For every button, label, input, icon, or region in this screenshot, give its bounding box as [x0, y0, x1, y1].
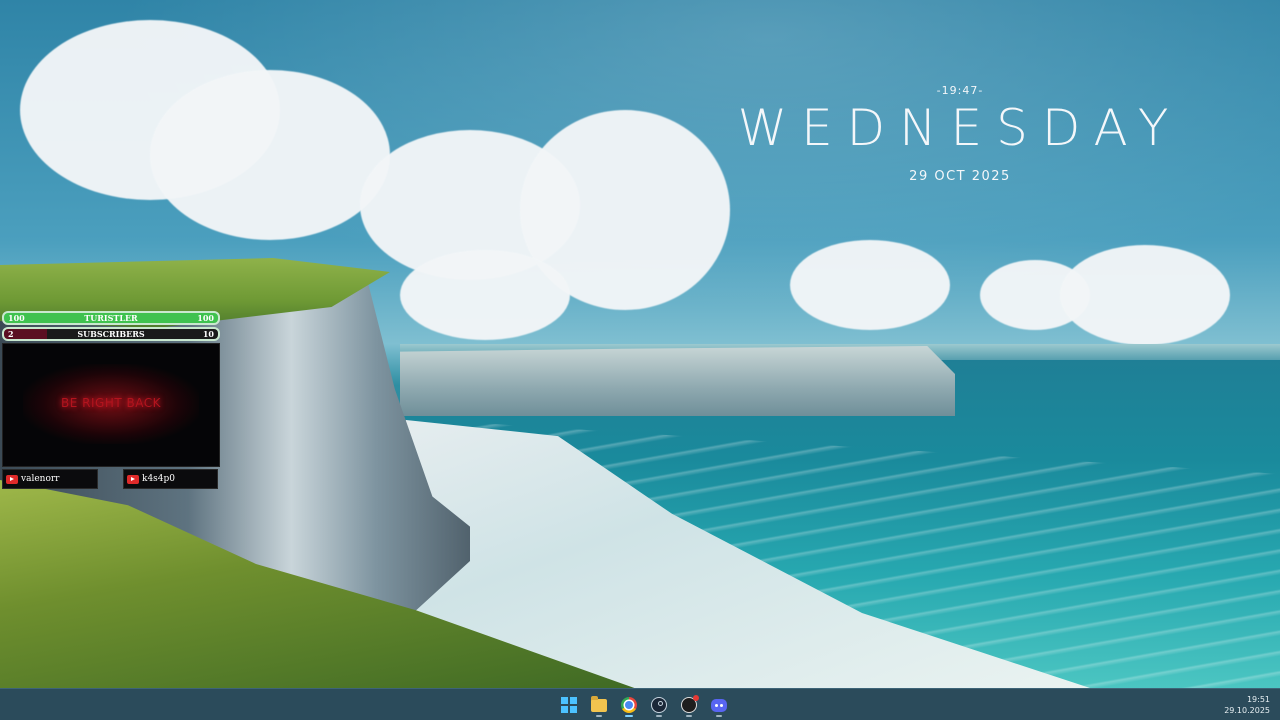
running-indicator: [596, 715, 602, 717]
overlay-user: k4s4p0: [123, 469, 218, 489]
overlay-user: valenorr: [2, 469, 98, 489]
cloud: [400, 250, 570, 340]
cloud: [150, 70, 390, 240]
stream-overlay: 100 TURISTLER 100 2 SUBSCRIBERS 10 BE RI…: [2, 311, 220, 491]
folder-icon: [591, 695, 607, 712]
distant-cliffs: [400, 346, 955, 416]
taskbar: 19:51 29.10.2025: [0, 688, 1280, 720]
running-indicator: [716, 715, 722, 717]
windows-start-icon: [561, 697, 577, 713]
taskbar-date: 29.10.2025: [1224, 706, 1270, 715]
cloud: [790, 240, 950, 330]
running-indicator: [656, 715, 662, 717]
follower-goal-label: TURISTLER: [84, 313, 138, 323]
obs-button[interactable]: [676, 693, 702, 717]
subscriber-goal-bar: 2 SUBSCRIBERS 10: [2, 327, 220, 341]
running-indicator: [686, 715, 692, 717]
youtube-icon: [6, 474, 18, 484]
obs-icon: [681, 695, 699, 713]
steam-icon: [651, 697, 667, 713]
chrome-button[interactable]: [616, 693, 642, 717]
clock-date: 29 OCT 2025: [909, 169, 1011, 184]
file-explorer-button[interactable]: [586, 693, 612, 717]
start-button[interactable]: [556, 693, 582, 717]
clock-day: WEDNESDAY: [737, 99, 1183, 157]
taskbar-apps: [556, 693, 732, 717]
brb-text: BE RIGHT BACK: [61, 396, 161, 410]
follower-goal-bar: 100 TURISTLER 100: [2, 311, 220, 325]
overlay-user-name: valenorr: [21, 474, 60, 484]
overlay-user-name: k4s4p0: [142, 474, 176, 484]
cloud: [1060, 245, 1230, 345]
follower-goal-target: 100: [197, 313, 214, 323]
youtube-icon: [127, 474, 139, 484]
discord-icon: [711, 698, 727, 712]
clock-widget: -19:47- WEDNESDAY 29 OCT 2025: [700, 80, 1220, 184]
steam-button[interactable]: [646, 693, 672, 717]
subscriber-goal-label: SUBSCRIBERS: [77, 329, 145, 339]
chrome-icon: [621, 697, 637, 713]
brb-screen: BE RIGHT BACK: [2, 343, 220, 467]
discord-button[interactable]: [706, 693, 732, 717]
overlay-users: valenorr k4s4p0: [2, 469, 220, 491]
subscriber-goal-target: 10: [202, 329, 214, 339]
taskbar-time: 19:51: [1246, 695, 1270, 704]
taskbar-clock[interactable]: 19:51 29.10.2025: [1224, 694, 1270, 716]
clock-time: -19:47-: [936, 84, 984, 97]
active-indicator: [625, 715, 633, 717]
